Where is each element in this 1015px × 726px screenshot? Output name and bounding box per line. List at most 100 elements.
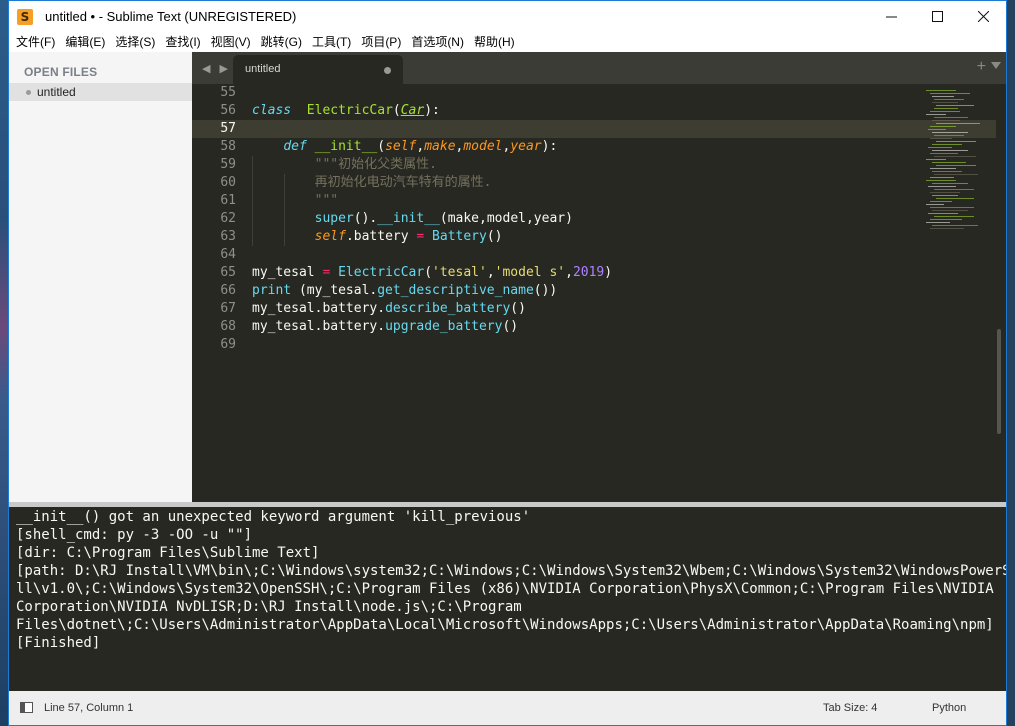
code-editor[interactable]: 55 56 class ElectricCar(Car): 57 58 def __in… [192, 84, 1006, 502]
menu-item[interactable]: 帮助(H) [469, 32, 520, 52]
code-token: ElectricCar [306, 103, 393, 118]
code-token: describe_battery [385, 301, 511, 316]
code-token: , [486, 265, 495, 280]
minimap-line [936, 123, 980, 124]
code-token: ElectricCar [338, 265, 425, 280]
close-button[interactable] [960, 1, 1006, 32]
code-token: def [283, 139, 307, 154]
menu-item[interactable]: 工具(T) [307, 32, 356, 52]
cursor-position[interactable]: Line 57, Column 1 [44, 702, 133, 714]
minimap-line [930, 177, 954, 178]
code-line: class ElectricCar(Car): [252, 102, 440, 120]
tab-close-dot-icon[interactable] [384, 67, 391, 74]
minimap-line [928, 186, 956, 187]
minimap-line [930, 153, 958, 154]
code-token: 2019 [572, 265, 605, 280]
line-number: 68 [220, 319, 236, 334]
unsaved-dot-icon [26, 90, 31, 95]
minimap-line [936, 198, 974, 199]
sidebar-file-label: untitled [37, 85, 76, 99]
code-token: , [565, 265, 573, 280]
build-output-panel[interactable]: __init__() got an unexpected keyword arg… [9, 507, 1006, 691]
minimap-line [928, 129, 946, 130]
output-line: __init__() got an unexpected keyword arg… [16, 509, 531, 525]
line-number: 57 [220, 121, 236, 136]
code-token: (make,model,year) [439, 211, 573, 226]
menu-item[interactable]: 项目(P) [356, 32, 406, 52]
editor-scrollbar[interactable] [997, 329, 1001, 434]
line-number: 69 [220, 337, 236, 352]
minimize-button[interactable] [868, 1, 914, 32]
minimap-line [934, 99, 964, 100]
minimap-line [930, 126, 956, 127]
code-line: super().__init__(make,model,year) [252, 210, 573, 228]
minimap-line [926, 222, 950, 223]
code-token: ): [424, 103, 440, 118]
minimap-line [934, 189, 974, 190]
code-token: Car [400, 103, 425, 118]
code-token: () [486, 229, 503, 244]
code-line: """ [252, 192, 338, 210]
code-token: my_tesal [252, 265, 323, 280]
minimap-line [932, 183, 968, 184]
minimap-line [932, 102, 958, 103]
menu-item[interactable]: 文件(F) [11, 32, 60, 52]
minimize-icon [885, 16, 897, 18]
line-number: 60 [220, 175, 236, 190]
code-token: ) [604, 265, 613, 280]
minimap-line [936, 141, 976, 142]
code-token: __init__ [314, 139, 378, 154]
tab-size-indicator[interactable]: Tab Size: 4 [823, 702, 877, 714]
minimap-line [932, 150, 968, 151]
sidebar-file-untitled[interactable]: untitled [9, 83, 192, 101]
code-token: make [424, 139, 456, 154]
tab-menu-chevron-down-icon[interactable] [991, 62, 1001, 69]
minimap-line [934, 156, 976, 157]
menu-item[interactable]: 跳转(G) [256, 32, 307, 52]
syntax-indicator[interactable]: Python [932, 702, 966, 714]
maximize-button[interactable] [914, 1, 960, 32]
line-number: 56 [220, 103, 236, 118]
code-token: 'tesal' [432, 265, 487, 280]
code-token: year [510, 139, 542, 154]
minimap-line [932, 96, 954, 97]
code-token: """初始化父类属性. [314, 157, 437, 172]
code-line: def __init__(self,make,model,year): [252, 138, 557, 156]
minimap-line [932, 225, 978, 226]
menu-item[interactable]: 视图(V) [206, 32, 256, 52]
minimap-line [936, 105, 974, 106]
code-line: my_tesal.battery.describe_battery() [252, 300, 526, 318]
code-token: self [314, 229, 346, 244]
output-line: ll\v1.0\;C:\Windows\System32\OpenSSH\;C:… [16, 581, 994, 597]
menu-item[interactable]: 选择(S) [110, 32, 160, 52]
new-tab-plus-icon[interactable]: + [977, 58, 986, 76]
code-line: my_tesal.battery.upgrade_battery() [252, 318, 518, 336]
minimap[interactable] [920, 84, 990, 229]
code-token: super [314, 211, 354, 226]
minimap-line [934, 216, 974, 217]
line-number: 65 [220, 265, 236, 280]
minimap-line [926, 90, 956, 91]
minimap-line [932, 162, 966, 163]
code-line: self.battery = Battery() [252, 228, 503, 246]
line-number: 66 [220, 283, 236, 298]
tab-untitled[interactable]: untitled [233, 55, 403, 84]
output-line: [shell_cmd: py -3 -OO -u ""] [16, 527, 253, 543]
minimap-line [934, 108, 958, 109]
code-token: ( [377, 139, 386, 154]
menu-item[interactable]: 首选项(N) [406, 32, 469, 52]
line-number: 55 [220, 85, 236, 100]
tab-nav-arrows-icon[interactable]: ◀ ▶ [202, 62, 231, 75]
menu-item[interactable]: 编辑(E) [60, 32, 110, 52]
minimap-line [934, 117, 968, 118]
minimap-line [930, 138, 952, 139]
menu-item[interactable]: 查找(I) [160, 32, 205, 52]
title-bar[interactable]: S untitled • - Sublime Text (UNREGISTERE… [9, 1, 1006, 32]
close-icon [977, 11, 989, 22]
minimap-line [930, 93, 970, 94]
minimap-line [932, 195, 958, 196]
toggle-sidebar-icon[interactable] [20, 702, 33, 713]
